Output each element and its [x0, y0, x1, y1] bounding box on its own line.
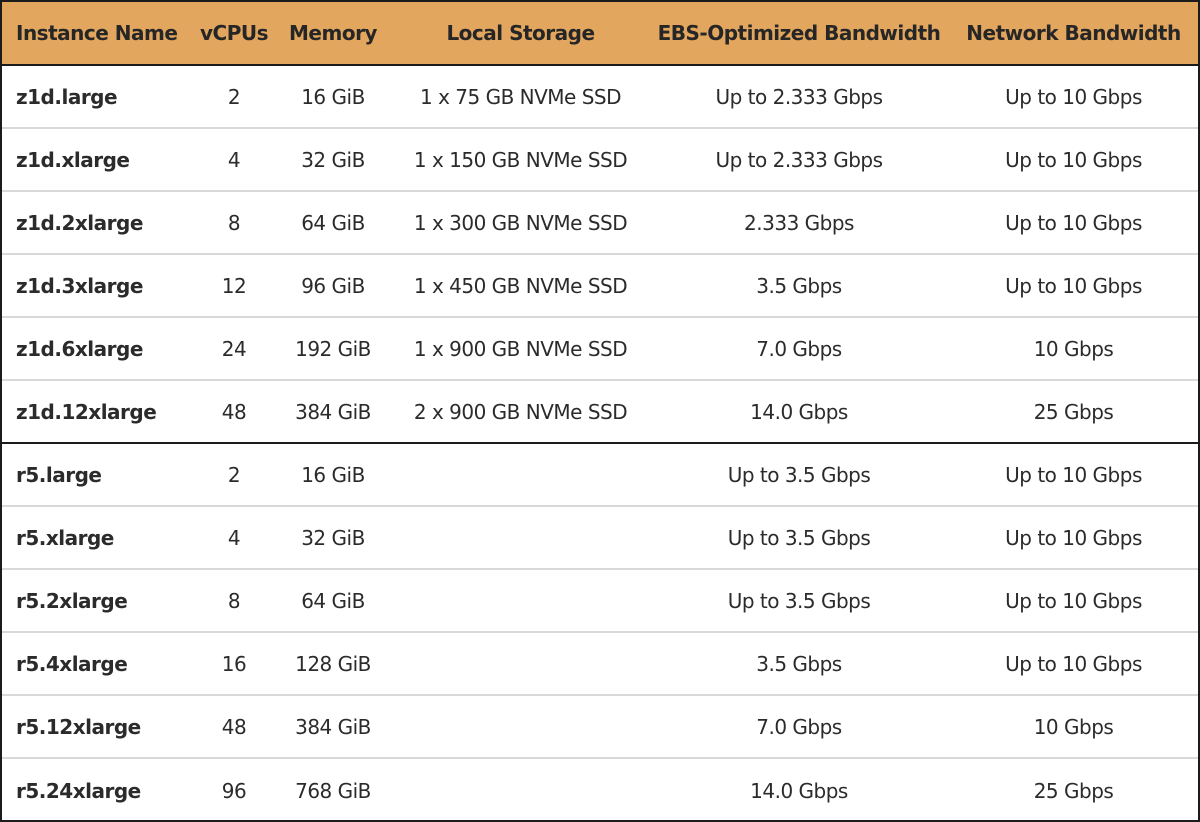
table-row: z1d.3xlarge 12 96 GiB 1 x 450 GB NVMe SSD 3.…	[2, 255, 1198, 318]
vcpus-cell: 48	[221, 714, 247, 739]
header-network-bandwidth: Network Bandwidth	[966, 21, 1181, 45]
table-row: r5.xlarge 4 32 GiB Up to 3.5 Gbps Up to 10 G…	[2, 507, 1198, 570]
memory-cell: 384 GiB	[295, 714, 371, 739]
local-storage-cell: 1 x 300 GB NVMe SSD	[413, 210, 628, 235]
instance-name-cell: z1d.large	[16, 84, 118, 109]
network-bandwidth-cell: Up to 10 Gbps	[1005, 588, 1142, 613]
network-bandwidth-cell: Up to 10 Gbps	[1005, 462, 1142, 487]
ebs-bandwidth-cell: Up to 3.5 Gbps	[727, 588, 871, 613]
vcpus-cell: 8	[227, 588, 241, 613]
local-storage-cell: 1 x 900 GB NVMe SSD	[413, 336, 628, 361]
instance-name-cell: z1d.12xlarge	[16, 399, 157, 424]
memory-cell: 16 GiB	[301, 462, 365, 487]
ebs-bandwidth-cell: 3.5 Gbps	[756, 273, 842, 298]
instance-name-cell: r5.xlarge	[16, 525, 114, 550]
vcpus-cell: 8	[227, 210, 241, 235]
instance-name-cell: r5.2xlarge	[16, 588, 128, 613]
table-row: r5.12xlarge 48 384 GiB 7.0 Gbps 10 Gbps	[2, 696, 1198, 759]
vcpus-cell: 96	[221, 778, 247, 803]
table-body: z1d.large 2 16 GiB 1 x 75 GB NVMe SSD Up to …	[2, 66, 1198, 822]
vcpus-cell: 48	[221, 399, 247, 424]
local-storage-cell: 1 x 75 GB NVMe SSD	[419, 84, 622, 109]
ebs-bandwidth-cell: Up to 2.333 Gbps	[715, 84, 883, 109]
vcpus-cell: 24	[221, 336, 247, 361]
ebs-bandwidth-cell: 14.0 Gbps	[750, 778, 848, 803]
local-storage-cell: 1 x 150 GB NVMe SSD	[413, 147, 628, 172]
memory-cell: 64 GiB	[301, 210, 365, 235]
table-row: z1d.12xlarge 48 384 GiB 2 x 900 GB NVMe SSD…	[2, 381, 1198, 444]
ebs-bandwidth-cell: Up to 3.5 Gbps	[727, 462, 871, 487]
local-storage-cell: 1 x 450 GB NVMe SSD	[413, 273, 628, 298]
ebs-bandwidth-cell: 7.0 Gbps	[756, 336, 842, 361]
network-bandwidth-cell: Up to 10 Gbps	[1005, 147, 1142, 172]
network-bandwidth-cell: Up to 10 Gbps	[1005, 84, 1142, 109]
table-row: z1d.6xlarge 24 192 GiB 1 x 900 GB NVMe SSD 7…	[2, 318, 1198, 381]
memory-cell: 192 GiB	[295, 336, 371, 361]
instance-name-cell: r5.large	[16, 462, 102, 487]
header-vcpus: vCPUs	[199, 21, 269, 45]
table-row: r5.24xlarge 96 768 GiB 14.0 Gbps 25 Gbps	[2, 759, 1198, 822]
network-bandwidth-cell: 10 Gbps	[1033, 714, 1114, 739]
header-local-storage: Local Storage	[446, 21, 595, 45]
vcpus-cell: 2	[227, 84, 241, 109]
network-bandwidth-cell: 25 Gbps	[1033, 778, 1114, 803]
ebs-bandwidth-cell: 7.0 Gbps	[756, 714, 842, 739]
vcpus-cell: 2	[227, 462, 241, 487]
instance-name-cell: r5.12xlarge	[16, 714, 141, 739]
memory-cell: 384 GiB	[295, 399, 371, 424]
instance-name-cell: r5.4xlarge	[16, 651, 128, 676]
network-bandwidth-cell: Up to 10 Gbps	[1005, 210, 1142, 235]
ebs-bandwidth-cell: 2.333 Gbps	[744, 210, 854, 235]
vcpus-cell: 12	[221, 273, 247, 298]
table-row: r5.4xlarge 16 128 GiB 3.5 Gbps Up to 10 Gbps	[2, 633, 1198, 696]
vcpus-cell: 4	[227, 147, 241, 172]
table-row: z1d.xlarge 4 32 GiB 1 x 150 GB NVMe SSD Up t…	[2, 129, 1198, 192]
ebs-bandwidth-cell: 3.5 Gbps	[756, 651, 842, 676]
memory-cell: 768 GiB	[295, 778, 371, 803]
memory-cell: 96 GiB	[301, 273, 365, 298]
header-instance-name: Instance Name	[16, 21, 178, 45]
table-header-row: Instance Name vCPUs Memory Local Storage…	[2, 2, 1198, 66]
instance-name-cell: z1d.2xlarge	[16, 210, 143, 235]
network-bandwidth-cell: Up to 10 Gbps	[1005, 525, 1142, 550]
instance-name-cell: z1d.6xlarge	[16, 336, 143, 361]
memory-cell: 16 GiB	[301, 84, 365, 109]
memory-cell: 64 GiB	[301, 588, 365, 613]
table-row: r5.2xlarge 8 64 GiB Up to 3.5 Gbps Up to 10 …	[2, 570, 1198, 633]
local-storage-cell: 2 x 900 GB NVMe SSD	[413, 399, 628, 424]
instance-name-cell: z1d.xlarge	[16, 147, 130, 172]
header-memory: Memory	[289, 21, 377, 45]
ebs-bandwidth-cell: Up to 3.5 Gbps	[727, 525, 871, 550]
network-bandwidth-cell: 25 Gbps	[1033, 399, 1114, 424]
header-ebs-bandwidth: EBS-Optimized Bandwidth	[657, 21, 941, 45]
network-bandwidth-cell: Up to 10 Gbps	[1005, 273, 1142, 298]
memory-cell: 32 GiB	[301, 147, 365, 172]
ebs-bandwidth-cell: 14.0 Gbps	[750, 399, 848, 424]
table-row: z1d.large 2 16 GiB 1 x 75 GB NVMe SSD Up to …	[2, 66, 1198, 129]
instance-name-cell: z1d.3xlarge	[16, 273, 143, 298]
table-row: r5.large 2 16 GiB Up to 3.5 Gbps Up to 10 Gb…	[2, 444, 1198, 507]
network-bandwidth-cell: Up to 10 Gbps	[1005, 651, 1142, 676]
vcpus-cell: 4	[227, 525, 241, 550]
memory-cell: 32 GiB	[301, 525, 365, 550]
instance-name-cell: r5.24xlarge	[16, 778, 141, 803]
ebs-bandwidth-cell: Up to 2.333 Gbps	[715, 147, 883, 172]
table-row: z1d.2xlarge 8 64 GiB 1 x 300 GB NVMe SSD 2.3…	[2, 192, 1198, 255]
memory-cell: 128 GiB	[295, 651, 371, 676]
instance-table: Instance Name vCPUs Memory Local Storage…	[0, 0, 1200, 822]
vcpus-cell: 16	[221, 651, 247, 676]
network-bandwidth-cell: 10 Gbps	[1033, 336, 1114, 361]
